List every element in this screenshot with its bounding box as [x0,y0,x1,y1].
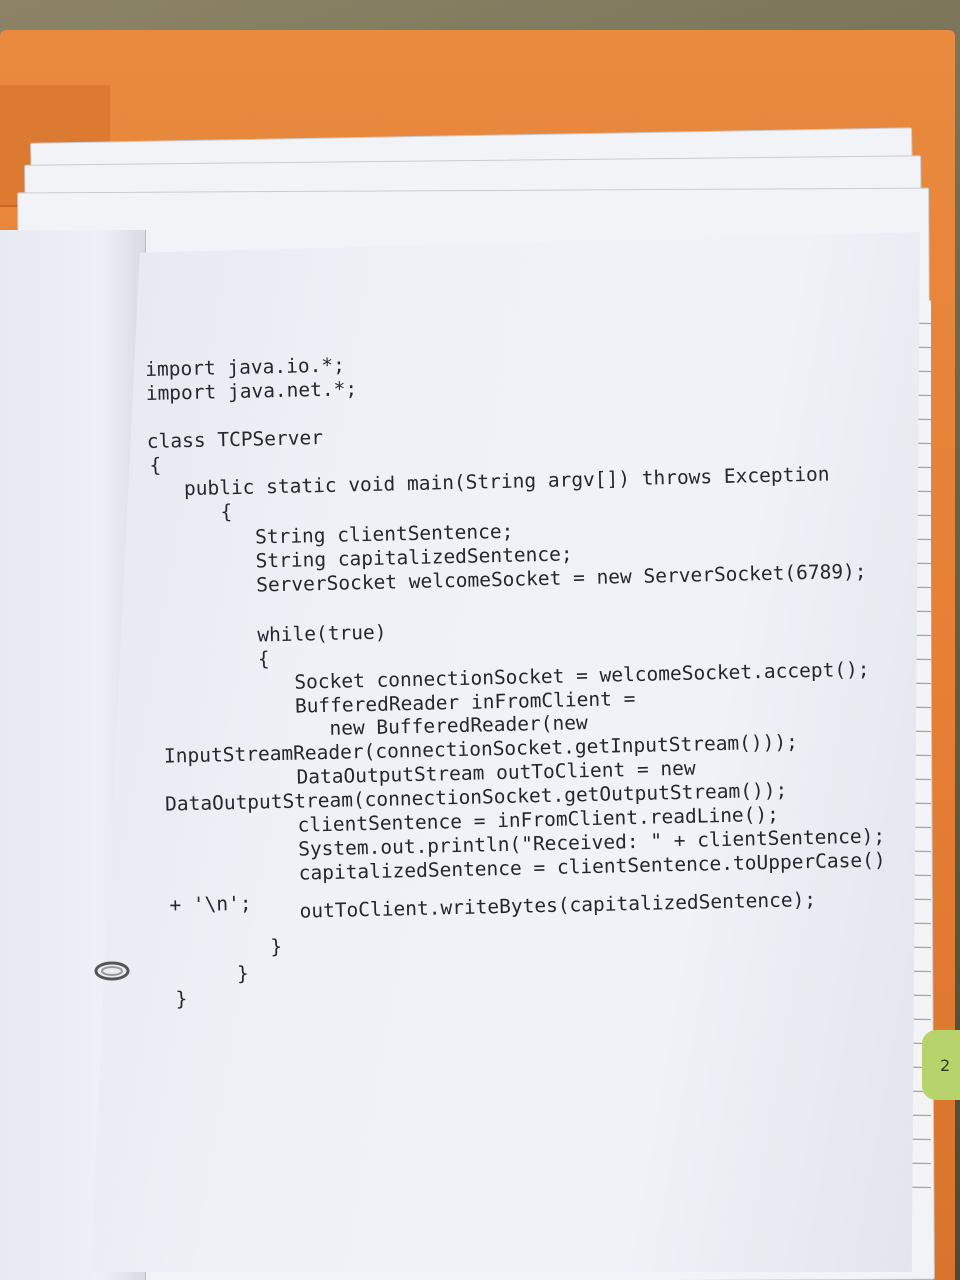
code-line: + '\n'; [169,891,252,917]
code-line: } [270,935,283,959]
code-line: } [175,987,188,1011]
code-line: { [149,453,162,477]
code-line: class TCPServer [146,425,324,453]
corner-sticker: 2 [922,1030,960,1100]
code-line: { [220,500,233,524]
code-line: } [236,961,249,986]
photo-scene: import java.io.*; import java.net.*; cla… [0,0,960,1280]
code-line: import java.net.*; [145,377,358,405]
code-line: public static void main(String argv[]) t… [183,462,830,501]
code-line: while(true) [257,620,387,647]
code-line: { [257,647,270,671]
code-listing: import java.io.*; import java.net.*; cla… [145,342,886,1010]
code-line: outToClient.writeBytes(capitalizedSenten… [299,887,817,923]
binder-ring-icon [94,961,130,981]
